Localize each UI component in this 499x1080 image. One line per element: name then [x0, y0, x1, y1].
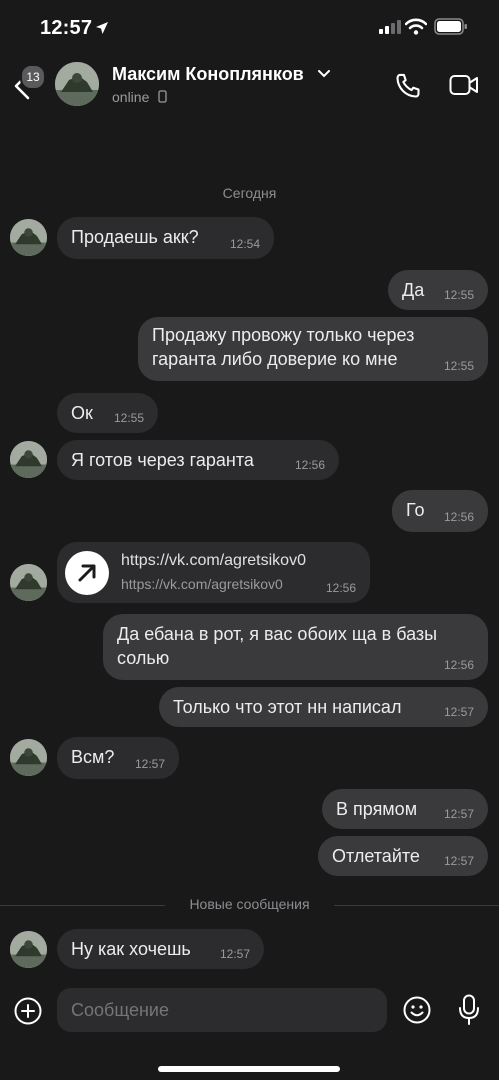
chat-header: 13 Максим Коноплянков online: [0, 54, 499, 118]
divider-line-right: [334, 905, 499, 906]
message-time: 12:55: [443, 359, 474, 373]
message-time: 12:57: [443, 854, 474, 868]
message-bubble-incoming[interactable]: Продаешь акк? 12:54: [57, 217, 274, 259]
message-composer: [0, 988, 499, 1034]
contact-name[interactable]: Максим Коноплянков: [112, 64, 304, 85]
message-text: Ну как хочешь: [71, 939, 191, 959]
message-text: Да ебана в рот, я вас обоих ща в базы со…: [117, 624, 438, 668]
message-text: Го: [406, 500, 425, 520]
contact-status: online: [112, 89, 150, 105]
message-time: 12:55: [113, 411, 144, 425]
message-text: Да: [402, 280, 425, 300]
chevron-down-icon[interactable]: [318, 70, 330, 78]
video-camera-icon[interactable]: [449, 74, 479, 96]
sender-avatar[interactable]: [10, 219, 47, 256]
message-bubble-outgoing[interactable]: В прямом 12:57: [322, 789, 488, 829]
message-text: Всм?: [71, 747, 115, 767]
message-time: 12:56: [325, 581, 356, 595]
link-preview-bubble[interactable]: https://vk.com/agretsikov0 https://vk.co…: [57, 542, 370, 603]
message-text: Отлетайте: [332, 846, 420, 866]
microphone-icon[interactable]: [457, 994, 481, 1026]
message-bubble-incoming[interactable]: Ну как хочешь 12:57: [57, 929, 264, 969]
message-bubble-outgoing[interactable]: Продажу провожу только через гаранта либ…: [138, 317, 488, 381]
message-input[interactable]: [57, 988, 387, 1032]
message-bubble-outgoing[interactable]: Да ебана в рот, я вас обоих ща в базы со…: [103, 614, 488, 680]
message-bubble-incoming[interactable]: Всм? 12:57: [57, 737, 179, 779]
message-time: 12:57: [219, 947, 250, 961]
status-time: 12:57: [40, 17, 93, 39]
date-divider: Сегодня: [222, 185, 277, 201]
message-text: Только что этот нн написал: [173, 697, 402, 717]
plus-circle-icon[interactable]: [13, 996, 43, 1026]
cellular-signal-icon: [379, 20, 401, 34]
phone-icon[interactable]: [394, 72, 422, 100]
contact-avatar[interactable]: [55, 62, 99, 106]
location-arrow-icon: [96, 22, 108, 34]
message-time: 12:55: [443, 288, 474, 302]
link-title[interactable]: https://vk.com/agretsikov0: [121, 552, 306, 570]
link-subtitle[interactable]: https://vk.com/agretsikov0: [121, 576, 283, 592]
new-messages-divider: Новые сообщения: [0, 896, 499, 912]
message-bubble-outgoing[interactable]: Да 12:55: [388, 270, 488, 310]
message-time: 12:56: [443, 658, 474, 672]
sender-avatar[interactable]: [10, 739, 47, 776]
message-bubble-outgoing[interactable]: Го 12:56: [392, 490, 488, 532]
arrow-up-right-icon: [78, 564, 96, 582]
smiley-icon[interactable]: [402, 995, 432, 1025]
sender-avatar[interactable]: [10, 931, 47, 968]
message-time: 12:57: [443, 807, 474, 821]
new-messages-label: Новые сообщения: [189, 896, 310, 912]
message-text: Продаешь акк?: [71, 227, 199, 247]
message-time: 12:56: [443, 510, 474, 524]
status-bar: 12:57: [0, 0, 499, 50]
message-bubble-outgoing[interactable]: Только что этот нн написал 12:57: [159, 687, 488, 727]
mobile-device-icon: [158, 90, 167, 103]
sender-avatar[interactable]: [10, 441, 47, 478]
message-text: Продажу провожу только через гаранта либ…: [152, 325, 415, 369]
message-text: Ок: [71, 403, 93, 423]
divider-line-left: [0, 905, 165, 906]
home-indicator[interactable]: [158, 1066, 340, 1072]
message-time: 12:57: [443, 705, 474, 719]
message-time: 12:56: [294, 458, 325, 472]
sender-avatar[interactable]: [10, 564, 47, 601]
wifi-icon: [405, 18, 427, 35]
message-bubble-outgoing[interactable]: Отлетайте 12:57: [318, 836, 488, 876]
message-text: Я готов через гаранта: [71, 450, 254, 470]
message-bubble-incoming[interactable]: Ок 12:55: [57, 393, 158, 433]
message-text: В прямом: [336, 799, 418, 819]
message-time: 12:57: [134, 757, 165, 771]
message-bubble-incoming[interactable]: Я готов через гаранта 12:56: [57, 440, 339, 480]
unread-count-badge: 13: [20, 64, 46, 90]
message-time: 12:54: [229, 237, 260, 251]
battery-icon: [434, 18, 467, 35]
link-preview-thumb[interactable]: [65, 551, 109, 595]
